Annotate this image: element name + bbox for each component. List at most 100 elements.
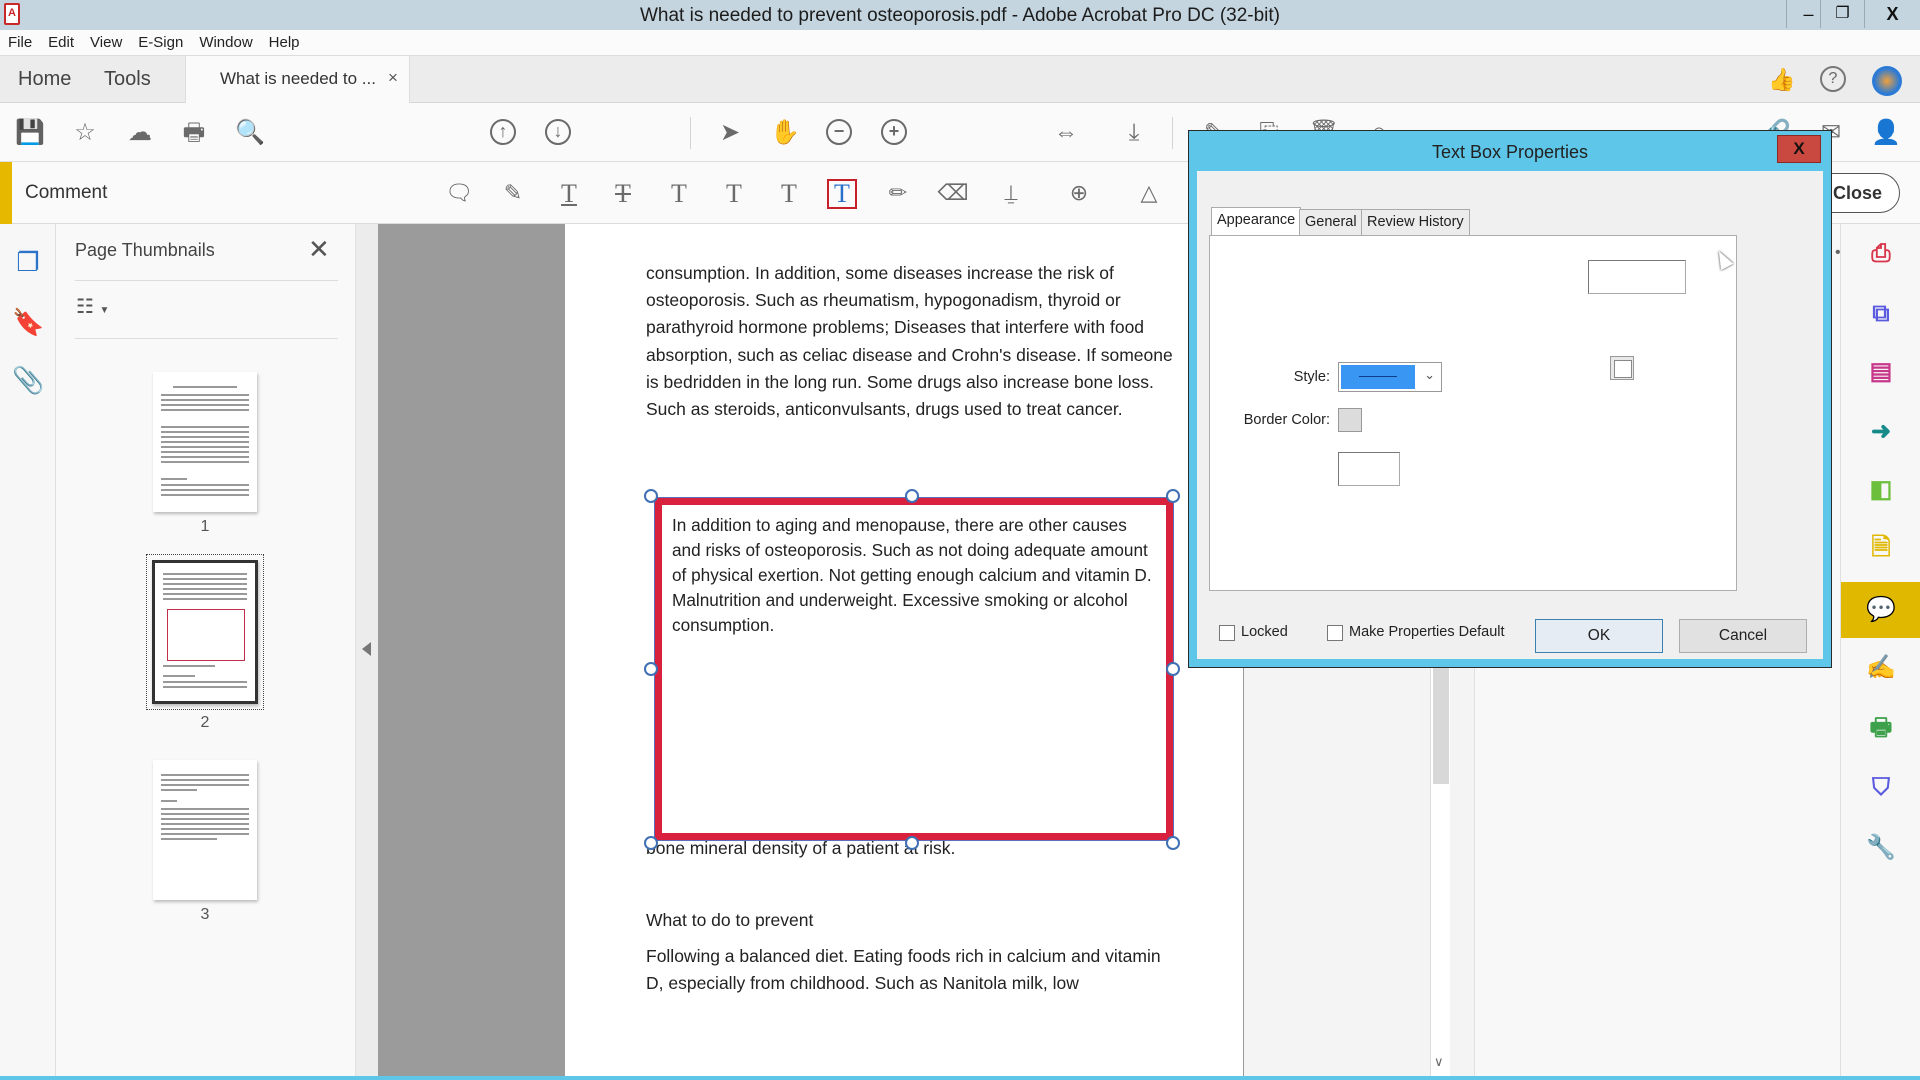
fill-sign-icon[interactable]: ✍ [1863, 650, 1899, 686]
select-tool-icon[interactable]: ➤ [714, 117, 746, 149]
print-icon[interactable]: 🖶 [178, 117, 210, 149]
next-page-icon[interactable]: ↓ [545, 119, 571, 145]
help-icon[interactable]: ? [1820, 66, 1846, 92]
pencil-icon[interactable]: ✏ [881, 177, 915, 211]
paragraph-2: Following a balanced diet. Eating foods … [646, 946, 1161, 994]
attachments-icon[interactable]: 📎 [12, 364, 44, 396]
combine-files-icon[interactable]: ⧉ [1863, 296, 1899, 332]
style-label: Style: [1293, 369, 1330, 385]
upload-cloud-icon[interactable]: ☁ [124, 117, 156, 149]
feedback-icon[interactable]: 👍 [1768, 66, 1796, 94]
resize-handle-left[interactable] [644, 662, 658, 676]
resize-handle-top-right[interactable] [1166, 489, 1180, 503]
resize-handle-right[interactable] [1166, 662, 1180, 676]
previous-page-icon[interactable]: ↑ [490, 119, 516, 145]
request-review-icon[interactable]: 🗎 [1863, 530, 1899, 566]
organize-pages-icon[interactable]: ▤ [1863, 354, 1899, 390]
more-tools-icon[interactable]: 🔧 [1863, 830, 1899, 866]
menu-window[interactable]: Window [191, 30, 260, 56]
hand-tool-icon[interactable]: ✋ [769, 117, 801, 149]
resize-handle-top-left[interactable] [644, 489, 658, 503]
close-panel-icon[interactable]: ✕ [308, 234, 330, 265]
fill-color-swatch[interactable] [1610, 356, 1634, 380]
thumbnail-label-2: 2 [200, 714, 210, 731]
strikethrough-icon[interactable]: T [606, 177, 640, 211]
highlight-text-icon[interactable]: ✎ [496, 177, 530, 211]
thumbnail-options-icon[interactable]: ☷ ▼ [76, 294, 109, 319]
insert-text-icon[interactable]: T [717, 177, 751, 211]
resize-handle-bottom[interactable] [905, 836, 919, 850]
resize-handle-bottom-left[interactable] [644, 836, 658, 850]
drawing-tools-icon[interactable]: △ [1132, 177, 1166, 211]
thickness-field[interactable] [1588, 260, 1686, 294]
dialog-close-button[interactable]: X [1777, 135, 1821, 163]
resize-handle-top[interactable] [905, 489, 919, 503]
thumbnail-page-2[interactable] [152, 560, 258, 704]
locked-checkbox[interactable] [1219, 625, 1235, 641]
opacity-field[interactable] [1338, 452, 1400, 486]
section-heading: What to do to prevent [646, 910, 814, 930]
scroll-down-icon[interactable]: ∨ [1434, 1054, 1444, 1070]
export-pdf-icon[interactable]: ➜ [1863, 414, 1899, 450]
comment-tool-icon: 💬 [1866, 596, 1896, 623]
thumbnail-page-1[interactable] [153, 372, 257, 512]
tab-document[interactable]: What is needed to ... × [185, 56, 410, 103]
protect-shield-icon[interactable]: ⛉ [1863, 770, 1899, 806]
comment-tool-active[interactable]: 💬 [1841, 582, 1920, 638]
underline-text-icon[interactable]: T [552, 177, 586, 211]
panel-collapse-handle[interactable] [356, 224, 378, 1080]
menu-file[interactable]: File [0, 30, 40, 56]
border-color-swatch[interactable] [1338, 408, 1362, 432]
close-window-button[interactable]: X [1864, 0, 1920, 28]
user-avatar[interactable] [1872, 66, 1902, 96]
tab-tools[interactable]: Tools [104, 56, 151, 103]
bookmark-star-icon[interactable]: ☆ [69, 117, 101, 149]
tab-review-history[interactable]: Review History [1361, 209, 1470, 235]
page-thumbnails-icon[interactable]: ❐ [12, 246, 44, 278]
print-production-icon[interactable]: 🖶 [1863, 710, 1899, 746]
tab-appearance[interactable]: Appearance [1211, 207, 1302, 235]
resize-handle-bottom-right[interactable] [1166, 836, 1180, 850]
thumbnail-page-3[interactable] [153, 760, 257, 900]
scroll-mode-icon[interactable]: ⤓ [1118, 117, 1150, 149]
panel-title: Page Thumbnails [75, 240, 215, 260]
restore-button[interactable]: ❐ [1820, 0, 1864, 28]
collapse-arrow-icon [362, 642, 371, 656]
paragraph-1: consumption. In addition, some diseases … [646, 263, 1173, 420]
create-pdf-icon[interactable]: ⎙ [1863, 236, 1899, 272]
save-icon[interactable]: 💾 [14, 117, 46, 149]
sticky-note-icon[interactable]: 🗨 [442, 177, 476, 211]
document-tab-label: What is needed to ... [220, 69, 376, 88]
menu-esign[interactable]: E-Sign [130, 30, 191, 56]
stamp-icon[interactable]: ⍊ [994, 177, 1028, 211]
tab-general[interactable]: General [1299, 209, 1363, 235]
bookmarks-icon[interactable]: 🔖 [12, 306, 44, 338]
style-dropdown[interactable]: ⌄ [1338, 362, 1442, 392]
fit-page-icon[interactable]: ⇔ [1050, 117, 1082, 149]
text-box-tool-icon[interactable]: T [827, 179, 857, 209]
cancel-button[interactable]: Cancel [1679, 619, 1807, 653]
compress-icon[interactable]: ◧ [1863, 472, 1899, 508]
attach-file-icon[interactable]: ⊕ [1062, 177, 1096, 211]
close-tab-icon[interactable]: × [388, 68, 398, 88]
make-default-checkbox[interactable] [1327, 625, 1343, 641]
find-icon[interactable]: 🔍 [234, 117, 266, 149]
zoom-out-icon[interactable]: − [826, 119, 852, 145]
window-title: What is needed to prevent osteoporosis.p… [639, 5, 1281, 26]
add-user-icon[interactable]: 👤 [1870, 117, 1902, 149]
title-bar: A What is needed to prevent osteoporosis… [0, 0, 1920, 30]
eraser-icon[interactable]: ⌫ [936, 177, 970, 211]
border-color-label: Border Color: [1243, 412, 1330, 428]
menu-help[interactable]: Help [261, 30, 308, 56]
dialog-title: Text Box Properties [1431, 142, 1589, 162]
replace-text-icon[interactable]: T [662, 177, 696, 211]
comment-label: Comment [25, 182, 108, 203]
add-text-icon[interactable]: T [772, 177, 806, 211]
menu-view[interactable]: View [82, 30, 130, 56]
taskbar-edge [0, 1076, 1920, 1080]
ok-button[interactable]: OK [1535, 619, 1663, 653]
zoom-in-icon[interactable]: + [881, 119, 907, 145]
text-box-annotation[interactable]: In addition to aging and menopause, ther… [654, 497, 1174, 841]
tab-home[interactable]: Home [18, 56, 71, 103]
menu-edit[interactable]: Edit [40, 30, 82, 56]
